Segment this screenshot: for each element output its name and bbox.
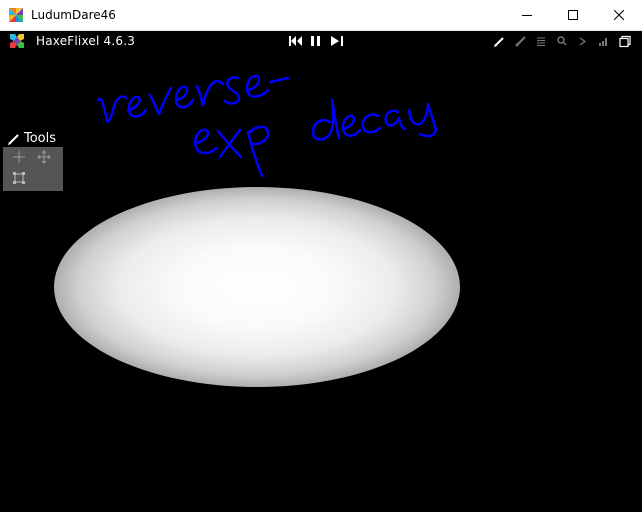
play-step-icon[interactable] bbox=[331, 34, 344, 48]
minimize-button[interactable] bbox=[504, 0, 550, 30]
maximize-icon bbox=[568, 10, 578, 20]
title-bar[interactable]: LudumDare46 bbox=[0, 0, 642, 31]
pencil-icon[interactable] bbox=[494, 35, 505, 48]
pause-icon[interactable] bbox=[310, 34, 322, 48]
debugger-bar: HaxeFlixel 4.6.3 bbox=[0, 31, 642, 52]
transform-icon[interactable] bbox=[12, 171, 26, 185]
watch-icon[interactable] bbox=[557, 35, 567, 48]
app-icon bbox=[9, 8, 23, 22]
maximize-button[interactable] bbox=[550, 0, 596, 30]
pencil-icon bbox=[8, 134, 19, 145]
close-button[interactable] bbox=[596, 0, 642, 30]
console-icon[interactable] bbox=[579, 35, 587, 48]
flixel-logo-icon bbox=[10, 34, 24, 48]
window-title: LudumDare46 bbox=[31, 8, 116, 22]
pointer-icon[interactable] bbox=[12, 150, 26, 164]
step-back-icon[interactable] bbox=[289, 34, 302, 48]
brush-icon[interactable] bbox=[515, 35, 526, 48]
close-icon bbox=[614, 10, 624, 20]
minimize-icon bbox=[522, 15, 532, 16]
log-icon[interactable] bbox=[536, 35, 546, 48]
app-window: LudumDare46 HaxeFlixel 4.6.3 Tools bbox=[0, 0, 642, 512]
window-toggle-icon[interactable] bbox=[619, 35, 631, 48]
tools-panel bbox=[3, 147, 63, 191]
stats-icon[interactable] bbox=[599, 35, 608, 48]
glowing-ellipse-sprite bbox=[54, 187, 460, 387]
flixel-version-label: HaxeFlixel 4.6.3 bbox=[36, 34, 136, 48]
tools-window-title: Tools bbox=[24, 131, 57, 146]
mover-icon[interactable] bbox=[37, 150, 51, 164]
